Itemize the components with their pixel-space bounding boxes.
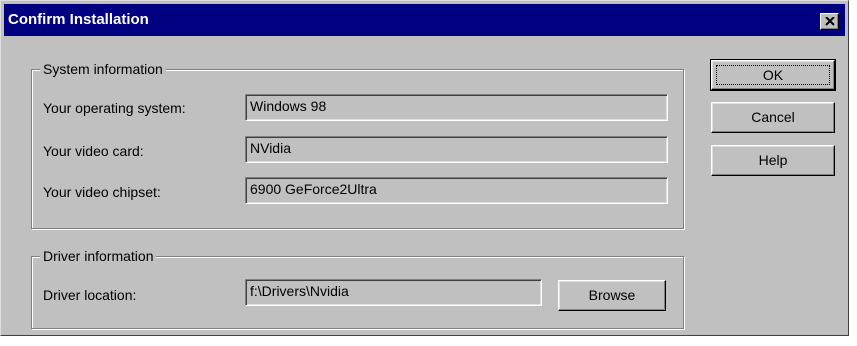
- os-label: Your operating system:: [43, 100, 186, 116]
- system-information-legend: System information: [40, 60, 166, 78]
- window-title: Confirm Installation: [8, 11, 149, 28]
- system-information-group: System information Your operating system…: [31, 60, 684, 229]
- help-button[interactable]: Help: [711, 145, 835, 176]
- ok-button-label: OK: [762, 67, 784, 83]
- video-chipset-label: Your video chipset:: [43, 184, 161, 200]
- ok-button[interactable]: OK: [710, 59, 836, 91]
- close-icon: [825, 17, 835, 26]
- video-chipset-field: 6900 GeForce2Ultra: [245, 177, 668, 204]
- browse-button[interactable]: Browse: [558, 280, 666, 311]
- help-button-label: Help: [758, 152, 788, 168]
- video-card-label: Your video card:: [43, 143, 144, 159]
- close-button[interactable]: [820, 13, 839, 30]
- cancel-button-label: Cancel: [751, 109, 795, 125]
- driver-location-field[interactable]: f:\Drivers\Nvidia: [245, 279, 542, 306]
- os-field: Windows 98: [245, 94, 668, 121]
- driver-location-label: Driver location:: [43, 287, 137, 303]
- driver-information-legend: Driver information: [40, 247, 157, 265]
- browse-button-label: Browse: [588, 287, 636, 303]
- driver-information-group: Driver information Driver location: f:\D…: [31, 247, 684, 329]
- confirm-installation-dialog: Confirm Installation System information …: [0, 0, 849, 336]
- video-card-field: NVidia: [245, 136, 668, 163]
- cancel-button[interactable]: Cancel: [711, 102, 835, 133]
- title-bar[interactable]: Confirm Installation: [4, 4, 845, 36]
